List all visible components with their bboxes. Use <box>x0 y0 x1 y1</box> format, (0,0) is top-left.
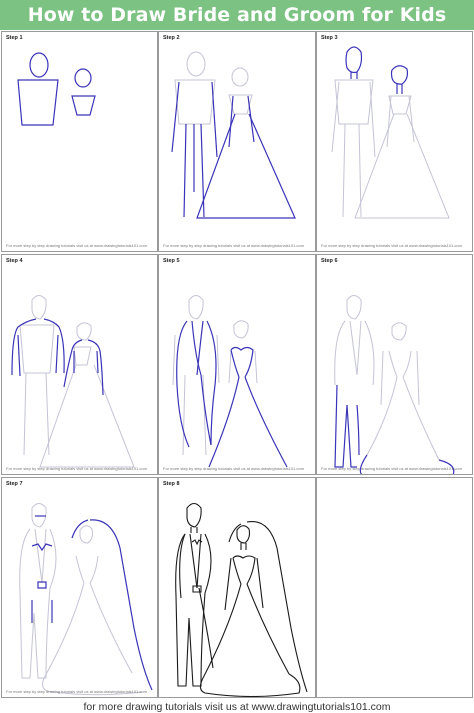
step-2-panel: Step 2 For more step by step drawing tut… <box>158 31 316 252</box>
step-3-credit: For more step by step drawing tutorials … <box>321 243 462 248</box>
step-6-panel: Step 6 For more step by step drawing tut… <box>316 254 473 475</box>
step-8-drawing <box>175 502 308 697</box>
step-7-drawing <box>19 503 153 696</box>
step-7-credit: For more step by step drawing tutorials … <box>6 689 147 694</box>
step-6-drawing <box>334 295 455 474</box>
step-8-panel: Step 8 <box>158 477 316 698</box>
step-4-credit: For more step by step drawing tutorials … <box>6 466 147 471</box>
step-2-drawing <box>171 51 296 219</box>
step-5-drawing <box>172 295 288 468</box>
step-6-credit: For more step by step drawing tutorials … <box>321 466 462 471</box>
step-5-panel: Step 5 For more step by step drawing tut… <box>158 254 316 475</box>
step-1-drawing <box>17 52 96 126</box>
step-7-panel: Step 7 For more step by step drawing tut… <box>1 477 158 698</box>
step-1-panel: Step 1 For more step by step drawing tut… <box>1 31 158 252</box>
step-4-drawing <box>11 295 135 468</box>
steps-grid: Step 1 For more step by step drawing tut… <box>0 31 474 699</box>
step-3-drawing <box>331 46 450 219</box>
step-1-credit: For more step by step drawing tutorials … <box>6 243 147 248</box>
step-5-credit: For more step by step drawing tutorials … <box>163 466 304 471</box>
step-2-credit: For more step by step drawing tutorials … <box>163 243 304 248</box>
footer-credit: for more drawing tutorials visit us at w… <box>83 700 391 713</box>
step-3-panel: Step 3 For more step by step drawing tut… <box>316 31 473 252</box>
page-title: How to Draw Bride and Groom for Kids <box>27 4 447 26</box>
empty-panel <box>316 477 473 698</box>
title-banner: How to Draw Bride and Groom for Kids <box>0 0 474 30</box>
step-4-panel: Step 4 For more step by step drawing tut… <box>1 254 158 475</box>
